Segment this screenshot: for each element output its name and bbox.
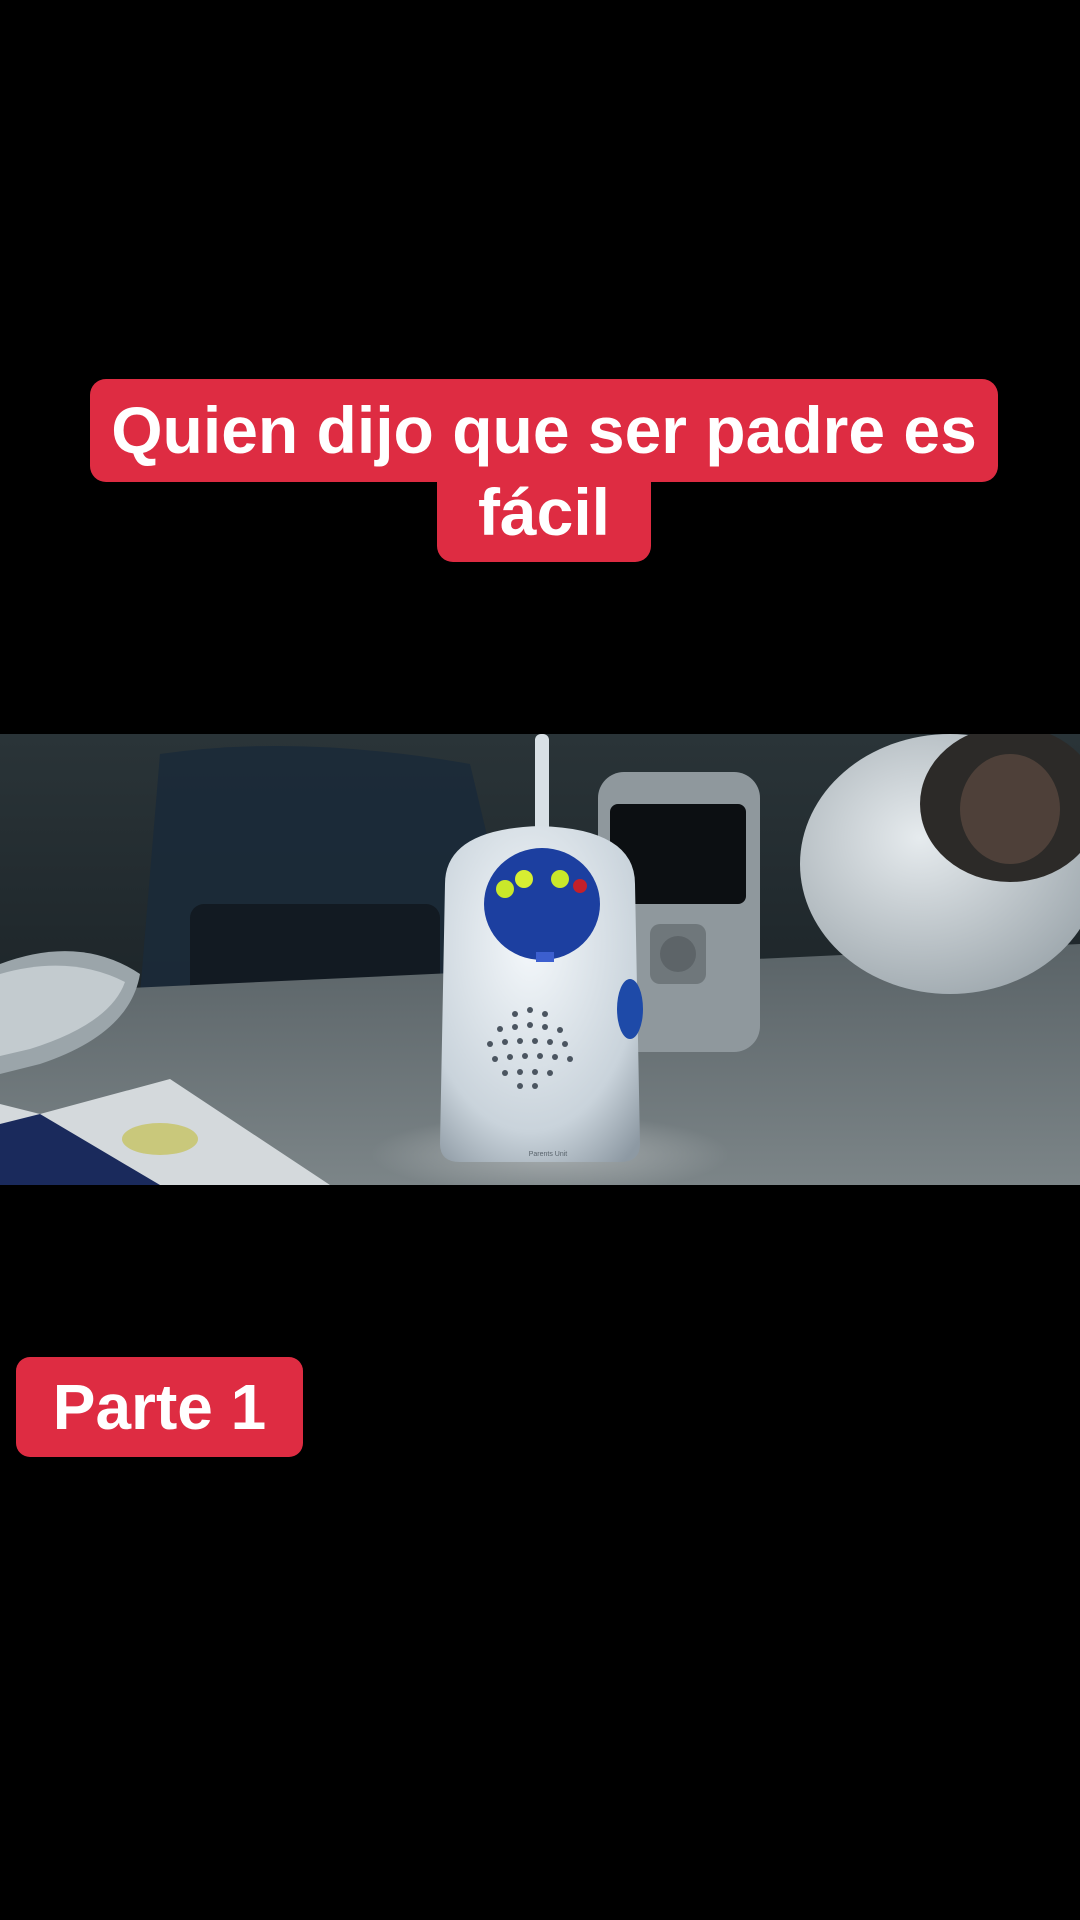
part-label: Parte 1 [16,1357,303,1457]
caption-title-line-1: Quien dijo que ser padre es [90,379,998,482]
caption-title-line-2: fácil [437,474,651,562]
baby-monitor-scene: Parents Unit [0,734,1080,1185]
device-brand-label: Parents Unit [529,1151,568,1158]
video-frame[interactable]: Parents Unit [0,734,1080,1185]
